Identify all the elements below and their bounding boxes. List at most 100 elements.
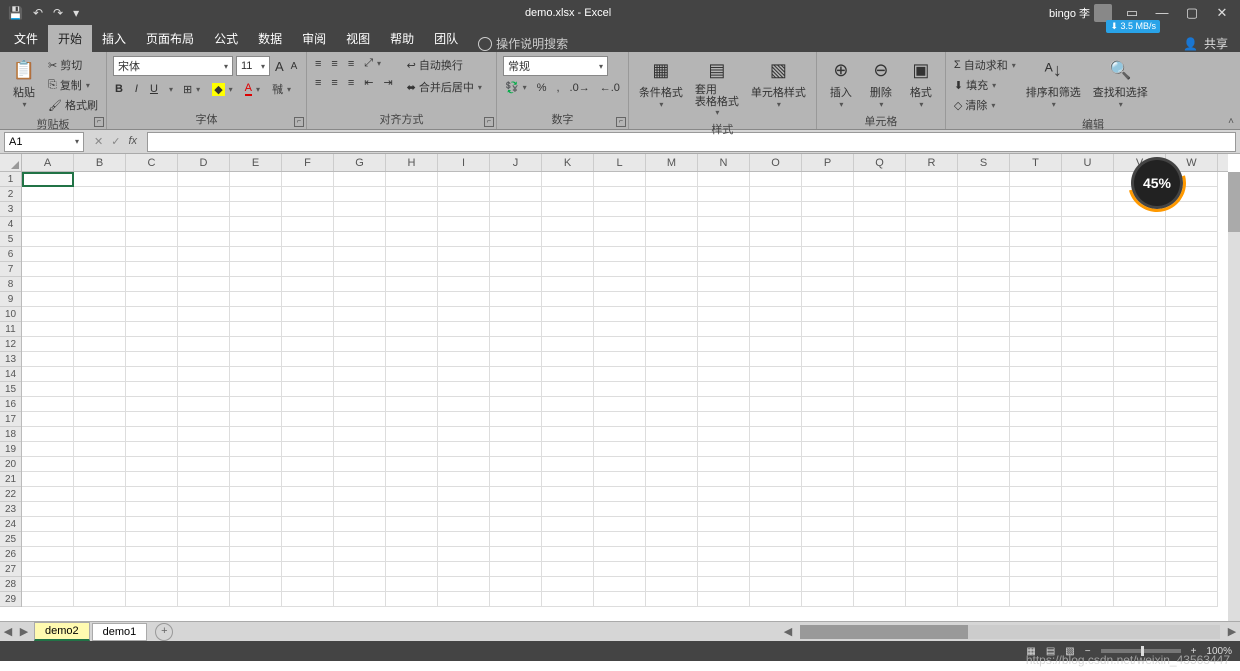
cell-V18[interactable] bbox=[1114, 427, 1166, 442]
cell-P26[interactable] bbox=[802, 547, 854, 562]
tab-insert[interactable]: 插入 bbox=[92, 25, 136, 52]
cell-K5[interactable] bbox=[542, 232, 594, 247]
cell-Q20[interactable] bbox=[854, 457, 906, 472]
cell-L21[interactable] bbox=[594, 472, 646, 487]
cell-I20[interactable] bbox=[438, 457, 490, 472]
cell-J26[interactable] bbox=[490, 547, 542, 562]
cell-M5[interactable] bbox=[646, 232, 698, 247]
cell-P2[interactable] bbox=[802, 187, 854, 202]
cell-U5[interactable] bbox=[1062, 232, 1114, 247]
cell-Q22[interactable] bbox=[854, 487, 906, 502]
col-header-O[interactable]: O bbox=[750, 154, 802, 171]
cell-J4[interactable] bbox=[490, 217, 542, 232]
cell-R29[interactable] bbox=[906, 592, 958, 607]
cell-F11[interactable] bbox=[282, 322, 334, 337]
cell-W12[interactable] bbox=[1166, 337, 1218, 352]
cell-J7[interactable] bbox=[490, 262, 542, 277]
cell-O19[interactable] bbox=[750, 442, 802, 457]
cell-M2[interactable] bbox=[646, 187, 698, 202]
cell-U24[interactable] bbox=[1062, 517, 1114, 532]
cell-D26[interactable] bbox=[178, 547, 230, 562]
cell-O6[interactable] bbox=[750, 247, 802, 262]
cell-R22[interactable] bbox=[906, 487, 958, 502]
col-header-P[interactable]: P bbox=[802, 154, 854, 171]
cell-R10[interactable] bbox=[906, 307, 958, 322]
cell-H17[interactable] bbox=[386, 412, 438, 427]
cell-M16[interactable] bbox=[646, 397, 698, 412]
cell-G9[interactable] bbox=[334, 292, 386, 307]
cell-G28[interactable] bbox=[334, 577, 386, 592]
cell-R2[interactable] bbox=[906, 187, 958, 202]
cell-D2[interactable] bbox=[178, 187, 230, 202]
cell-A28[interactable] bbox=[22, 577, 74, 592]
cell-F21[interactable] bbox=[282, 472, 334, 487]
tab-formula[interactable]: 公式 bbox=[204, 25, 248, 52]
cell-D24[interactable] bbox=[178, 517, 230, 532]
cell-B12[interactable] bbox=[74, 337, 126, 352]
cell-A5[interactable] bbox=[22, 232, 74, 247]
cell-F29[interactable] bbox=[282, 592, 334, 607]
cell-S20[interactable] bbox=[958, 457, 1010, 472]
cell-J3[interactable] bbox=[490, 202, 542, 217]
cell-I25[interactable] bbox=[438, 532, 490, 547]
cell-U8[interactable] bbox=[1062, 277, 1114, 292]
cell-E1[interactable] bbox=[230, 172, 282, 187]
cell-C19[interactable] bbox=[126, 442, 178, 457]
row-header-4[interactable]: 4 bbox=[0, 217, 21, 232]
cell-E19[interactable] bbox=[230, 442, 282, 457]
cell-R4[interactable] bbox=[906, 217, 958, 232]
cell-F20[interactable] bbox=[282, 457, 334, 472]
cell-O16[interactable] bbox=[750, 397, 802, 412]
cell-E27[interactable] bbox=[230, 562, 282, 577]
orientation-button[interactable]: ⤢▾ bbox=[362, 56, 383, 71]
font-name-combo[interactable]: 宋体▾ bbox=[113, 56, 233, 76]
ribbon-options-icon[interactable]: ▭ bbox=[1122, 5, 1142, 21]
col-header-B[interactable]: B bbox=[74, 154, 126, 171]
cell-R8[interactable] bbox=[906, 277, 958, 292]
cell-R17[interactable] bbox=[906, 412, 958, 427]
cell-F14[interactable] bbox=[282, 367, 334, 382]
cell-D6[interactable] bbox=[178, 247, 230, 262]
cell-C9[interactable] bbox=[126, 292, 178, 307]
cell-E9[interactable] bbox=[230, 292, 282, 307]
share-button[interactable]: 👤 共享 bbox=[1183, 35, 1240, 52]
cell-C18[interactable] bbox=[126, 427, 178, 442]
cell-B3[interactable] bbox=[74, 202, 126, 217]
cell-U20[interactable] bbox=[1062, 457, 1114, 472]
cell-K11[interactable] bbox=[542, 322, 594, 337]
cell-T7[interactable] bbox=[1010, 262, 1062, 277]
cell-R5[interactable] bbox=[906, 232, 958, 247]
cell-A23[interactable] bbox=[22, 502, 74, 517]
cell-B22[interactable] bbox=[74, 487, 126, 502]
maximize-button[interactable]: ▢ bbox=[1182, 5, 1202, 21]
col-header-F[interactable]: F bbox=[282, 154, 334, 171]
cell-M29[interactable] bbox=[646, 592, 698, 607]
cell-P3[interactable] bbox=[802, 202, 854, 217]
col-header-H[interactable]: H bbox=[386, 154, 438, 171]
cell-B14[interactable] bbox=[74, 367, 126, 382]
cell-E20[interactable] bbox=[230, 457, 282, 472]
cell-K21[interactable] bbox=[542, 472, 594, 487]
cell-W11[interactable] bbox=[1166, 322, 1218, 337]
cell-W15[interactable] bbox=[1166, 382, 1218, 397]
cell-F12[interactable] bbox=[282, 337, 334, 352]
row-header-24[interactable]: 24 bbox=[0, 517, 21, 532]
cell-E2[interactable] bbox=[230, 187, 282, 202]
format-painter-button[interactable]: 🖌格式刷 bbox=[46, 96, 100, 114]
cell-C25[interactable] bbox=[126, 532, 178, 547]
cell-O24[interactable] bbox=[750, 517, 802, 532]
cell-R14[interactable] bbox=[906, 367, 958, 382]
cell-I6[interactable] bbox=[438, 247, 490, 262]
col-header-J[interactable]: J bbox=[490, 154, 542, 171]
cell-J5[interactable] bbox=[490, 232, 542, 247]
cell-H16[interactable] bbox=[386, 397, 438, 412]
cell-H10[interactable] bbox=[386, 307, 438, 322]
cell-F23[interactable] bbox=[282, 502, 334, 517]
cell-C10[interactable] bbox=[126, 307, 178, 322]
cell-L18[interactable] bbox=[594, 427, 646, 442]
cell-T17[interactable] bbox=[1010, 412, 1062, 427]
cell-B28[interactable] bbox=[74, 577, 126, 592]
cell-A13[interactable] bbox=[22, 352, 74, 367]
cell-I26[interactable] bbox=[438, 547, 490, 562]
cell-J13[interactable] bbox=[490, 352, 542, 367]
